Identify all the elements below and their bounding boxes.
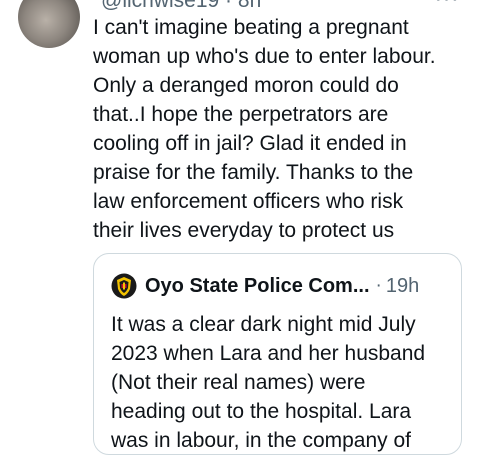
tweet-line: woman up who's due to enter labour. [93, 45, 436, 68]
quoted-time-separator: · [375, 275, 382, 296]
quoted-tweet-time[interactable]: 19h [386, 275, 419, 298]
tweet-line: their lives everyday to protect us [93, 219, 395, 242]
tweet-time[interactable]: 8h [238, 0, 261, 11]
quoted-tweet-body: It was a clear dark night mid July 2023 … [111, 310, 451, 454]
author-handle[interactable]: @lichwise19 [101, 0, 219, 11]
quoted-tweet-line: heading out to the hospital. Lara [111, 400, 412, 423]
tweet-body: I can't imagine beating a pregnant woman… [93, 13, 463, 245]
user-avatar[interactable] [18, 0, 80, 48]
tweet-line: cooling off in jail? Glad it ended in [93, 132, 407, 155]
quoted-tweet-line: It was a clear dark night mid July [111, 313, 416, 336]
quoted-tweet-header: Oyo State Police Com... · 19h [111, 272, 419, 300]
tweet-line: law enforcement officers who risk [93, 190, 404, 213]
tweet-line: Only a deranged moron could do [93, 74, 399, 97]
tweet-line: that..I hope the perpetrators are [93, 103, 389, 126]
quoted-author-name[interactable]: Oyo State Police Com... [145, 275, 370, 298]
quoted-tweet-line: 2023 when Lara and her husband [111, 342, 426, 365]
quoted-tweet-line: was in labour, in the company of [111, 429, 412, 452]
police-badge-icon[interactable] [111, 273, 137, 299]
quoted-tweet-line: (Not their real names) were [111, 371, 366, 394]
tweet-line: I can't imagine beating a pregnant [93, 16, 409, 39]
time-separator: · [225, 0, 232, 11]
quoted-tweet-card[interactable]: Oyo State Police Com... · 19h It was a c… [93, 253, 462, 455]
more-options-icon[interactable]: ••• [435, 0, 460, 9]
tweet-line: praise for the family. Thanks to the [93, 161, 414, 184]
tweet-header: @lichwise19 · 8h [93, 0, 261, 11]
